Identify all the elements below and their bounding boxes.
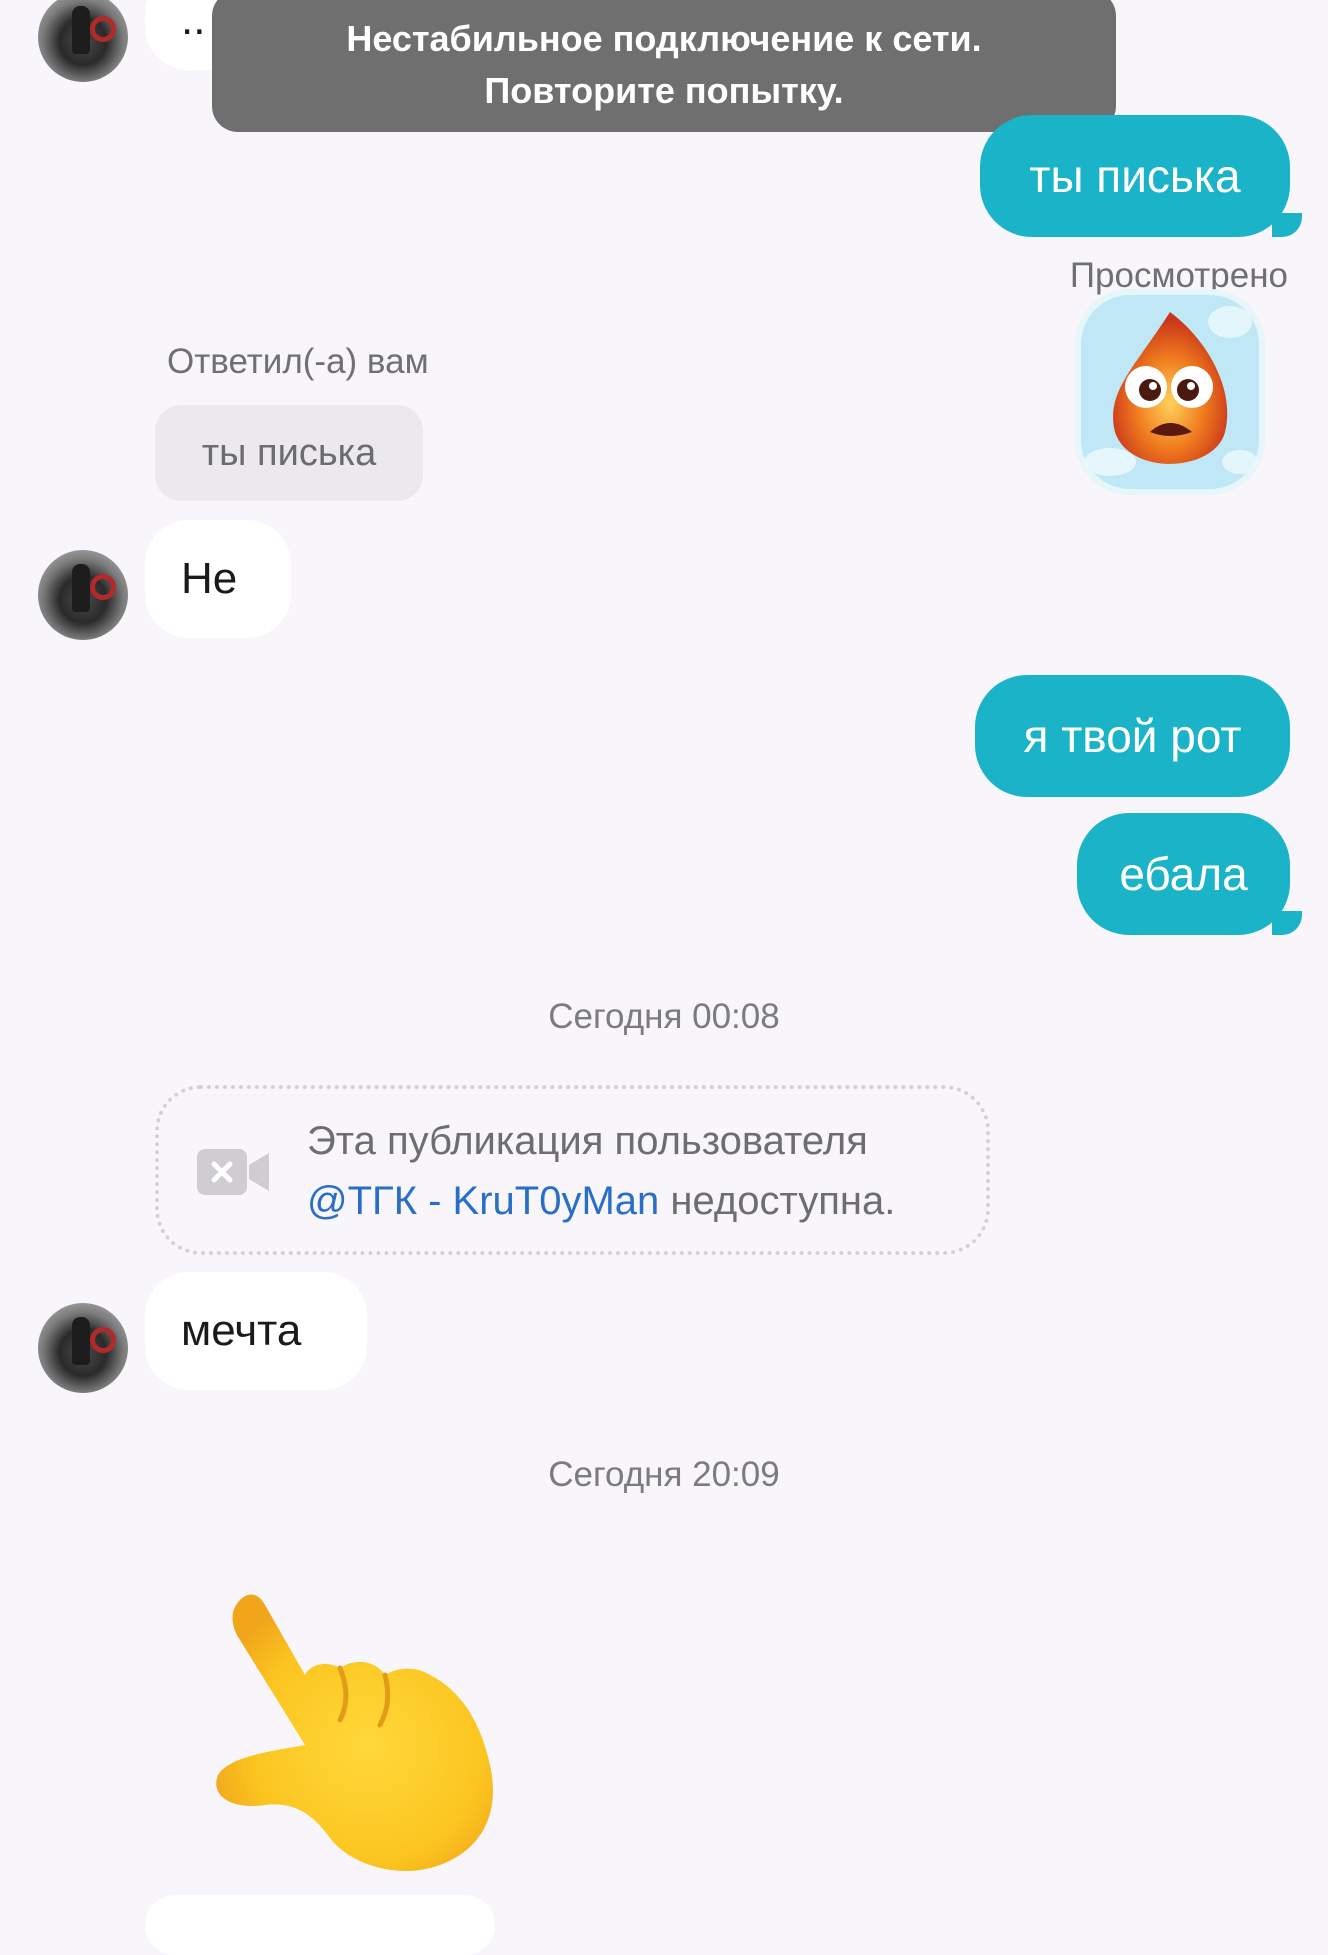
message-text: Не bbox=[181, 554, 238, 603]
avatar[interactable] bbox=[38, 550, 128, 640]
replied-quote-bubble[interactable]: ты писька bbox=[155, 405, 423, 501]
outgoing-message-bubble[interactable]: ебала bbox=[1077, 813, 1302, 935]
unavailable-line-1: Эта публикация пользователя bbox=[307, 1119, 868, 1163]
toast-line-1: Нестабильное подключение к сети. bbox=[346, 18, 982, 59]
avatar[interactable] bbox=[38, 0, 128, 82]
unavailable-suffix: недоступна. bbox=[659, 1179, 896, 1223]
unavailable-line-2: @ТГК - KruT0yMan недоступна. bbox=[307, 1171, 895, 1231]
outgoing-message-bubble[interactable]: ты писька bbox=[980, 115, 1302, 237]
crying-fire-ice-sticker[interactable] bbox=[1070, 282, 1270, 502]
backhand-index-pointing-down-emoji[interactable] bbox=[210, 1580, 500, 1880]
user-mention-link[interactable]: @ТГК - KruT0yMan bbox=[307, 1179, 659, 1223]
incoming-message-bubble[interactable]: мечта bbox=[145, 1272, 367, 1390]
toast-line-2: Повторите попытку. bbox=[484, 70, 844, 111]
message-text: мечта bbox=[181, 1306, 302, 1355]
message-text: ебала bbox=[1119, 848, 1248, 900]
outgoing-message-bubble[interactable]: я твой рот bbox=[975, 675, 1290, 797]
date-separator: Сегодня 20:09 bbox=[548, 1455, 780, 1494]
bubble-tail bbox=[1272, 213, 1302, 237]
unavailable-post-card[interactable]: Эта публикация пользователя @ТГК - KruT0… bbox=[155, 1085, 990, 1255]
bubble-tail bbox=[1272, 911, 1302, 935]
network-error-toast: Нестабильное подключение к сети. Повтори… bbox=[212, 0, 1116, 132]
avatar[interactable] bbox=[38, 1303, 128, 1393]
incoming-message-bubble[interactable] bbox=[145, 1895, 495, 1955]
video-slash-icon bbox=[197, 1147, 271, 1202]
message-text: ты писька bbox=[1029, 150, 1241, 202]
incoming-message-bubble[interactable]: Не bbox=[145, 520, 291, 638]
unavailable-post-text: Эта публикация пользователя @ТГК - KruT0… bbox=[307, 1111, 895, 1231]
message-text: я твой рот bbox=[1023, 710, 1242, 762]
date-separator: Сегодня 00:08 bbox=[548, 997, 780, 1036]
reply-label: Ответил(-а) вам bbox=[167, 342, 429, 381]
message-text: .. bbox=[181, 0, 206, 44]
quote-text: ты писька bbox=[201, 431, 377, 474]
